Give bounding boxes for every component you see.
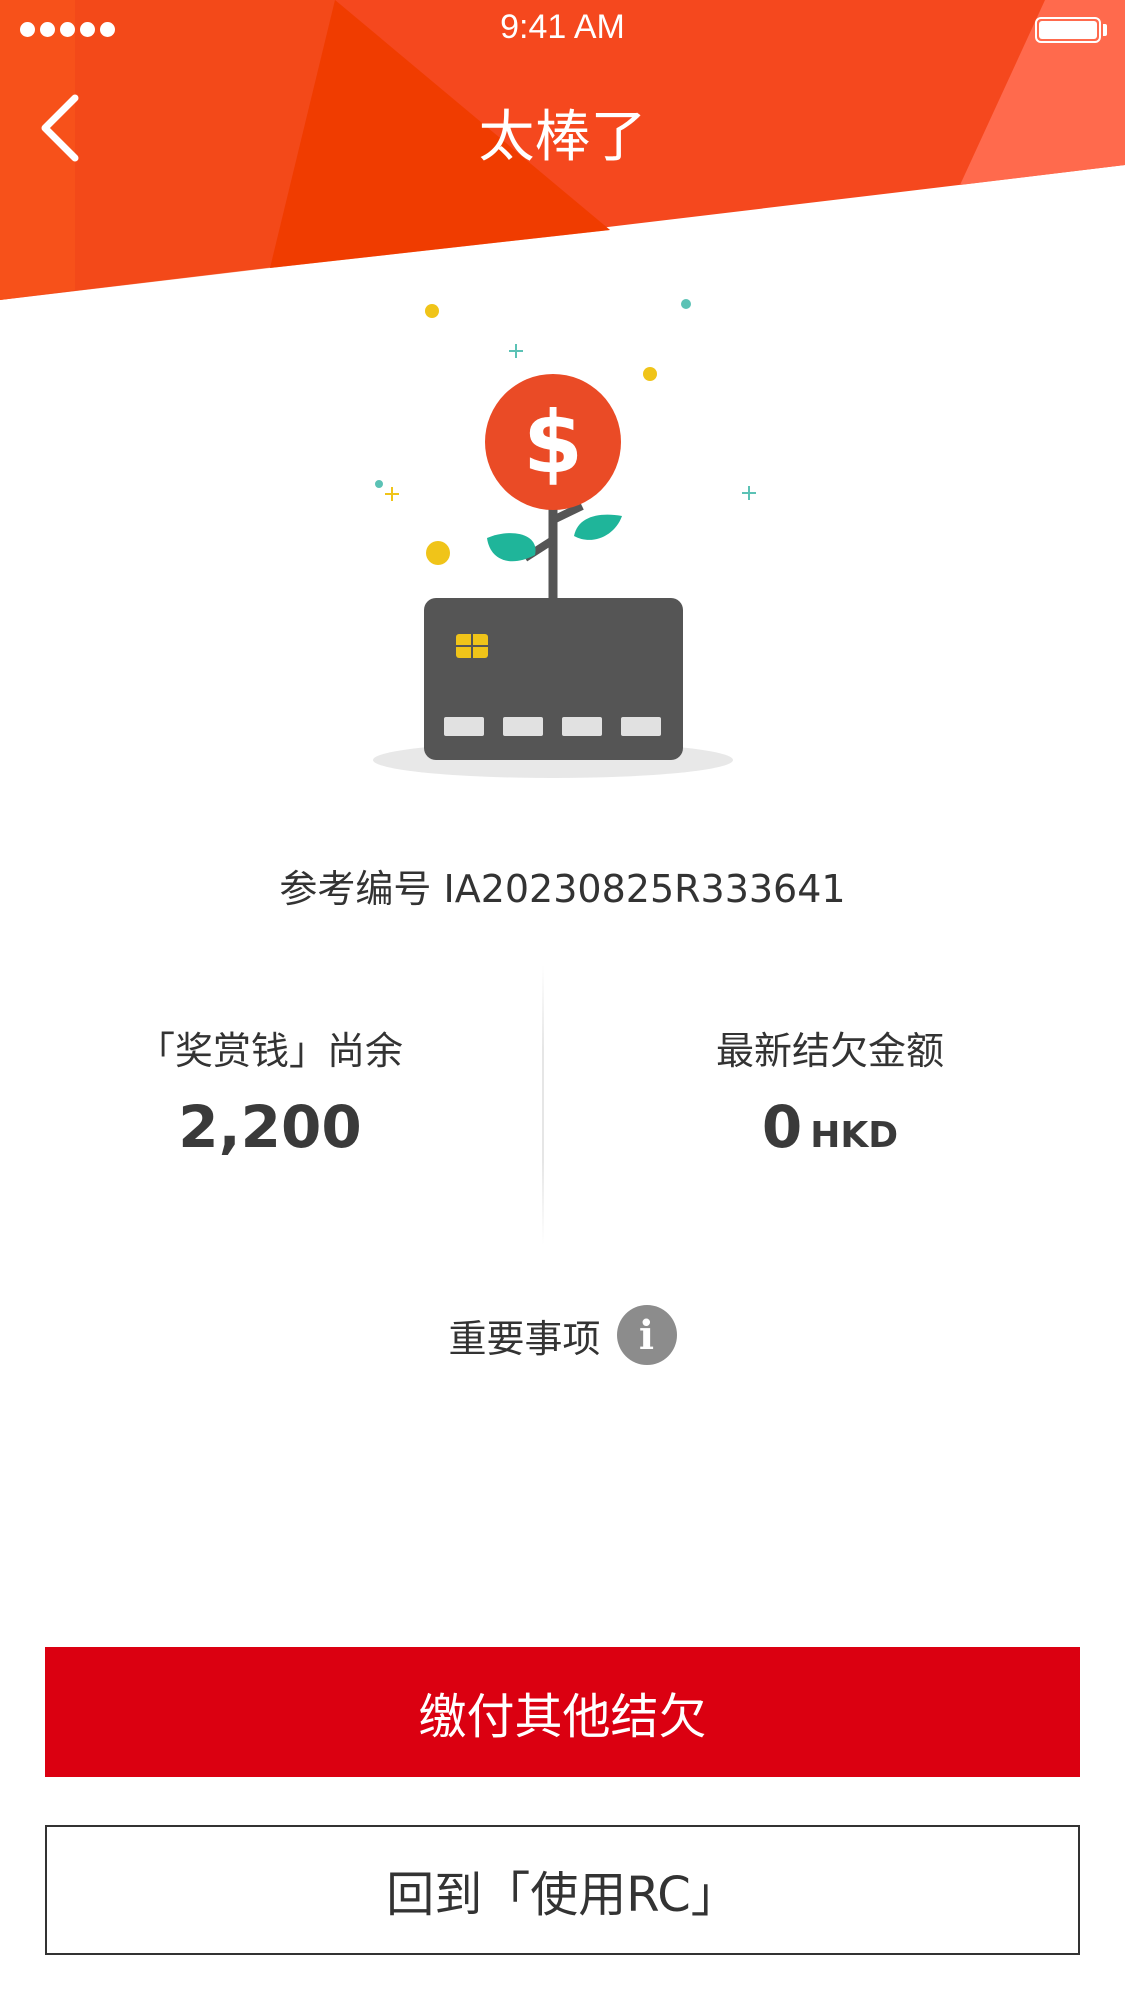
battery-icon bbox=[1035, 17, 1101, 43]
battery-tip bbox=[1103, 24, 1107, 36]
balance-currency: HKD bbox=[810, 1115, 899, 1156]
important-notice: 重要事项 i bbox=[0, 1305, 1125, 1365]
important-notice-label: 重要事项 bbox=[448, 1316, 601, 1361]
currency-symbol: $ bbox=[523, 393, 583, 493]
balance-amount: 0 HKD bbox=[560, 1093, 1100, 1161]
page-title: 太棒了 bbox=[478, 105, 647, 170]
reward-value: 2,200 bbox=[178, 1093, 362, 1161]
status-time: 9:41 AM bbox=[500, 8, 625, 46]
money-plant-card-icon: $ bbox=[373, 299, 756, 778]
reference-number: 参考编号 IA20230825R333641 bbox=[0, 858, 1125, 913]
reward-label: 「奖赏钱」尚余 bbox=[136, 1029, 403, 1073]
latest-balance: 最新结欠金额 0 HKD bbox=[560, 1020, 1100, 1161]
info-icon[interactable]: i bbox=[616, 1305, 677, 1365]
balance-label: 最新结欠金额 bbox=[715, 1029, 944, 1073]
pay-other-balances-button[interactable]: 缴付其他结欠 bbox=[45, 1647, 1080, 1777]
reference-label: 参考编号 bbox=[279, 867, 432, 911]
balance-value: 0 bbox=[761, 1093, 803, 1161]
reference-value: IA20230825R333641 bbox=[443, 867, 846, 911]
hero-illustration: $ bbox=[360, 290, 770, 794]
reward-balance: 「奖赏钱」尚余 2,200 bbox=[0, 1020, 540, 1161]
back-to-use-rc-button[interactable]: 回到「使用RC」 bbox=[45, 1825, 1080, 1955]
stats-divider bbox=[542, 965, 544, 1245]
status-bar: 9:41 AM bbox=[0, 0, 1125, 60]
